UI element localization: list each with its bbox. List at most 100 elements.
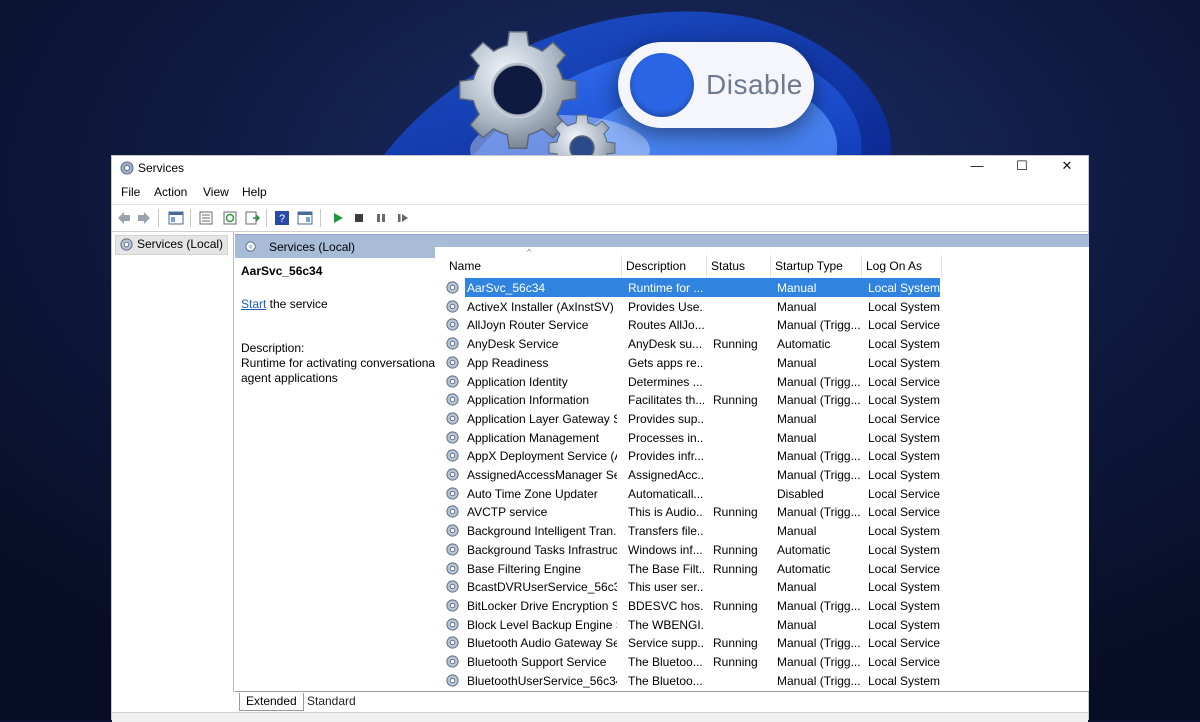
column-header-log-on-as[interactable]: Log On As [862,255,942,277]
tab-extended[interactable]: Extended [239,693,304,711]
table-row[interactable]: AppX Deployment Service (A... Provides in… [435,446,1055,465]
service-name: Background Intelligent Tran... [467,524,617,539]
service-status: Running [713,561,758,576]
menu-file[interactable]: File [121,185,140,199]
forward-arrow-icon[interactable] [136,210,152,226]
service-description: This is Audio... [628,505,704,520]
table-row[interactable]: Application Layer Gateway S... Provides s… [435,409,1055,428]
service-description: Service supp... [628,636,704,651]
table-row[interactable]: BitLocker Drive Encryption S... BDESVC ho… [435,596,1055,615]
disable-toggle[interactable]: Disable [618,42,814,128]
table-row[interactable]: AllJoyn Router Service Routes AllJo... Man… [435,315,1055,334]
table-row[interactable]: Application Management Processes in... Man… [435,428,1055,447]
description-label: Description: [241,341,305,355]
service-status: Running [713,636,758,651]
service-name: AssignedAccessManager Ser... [467,468,617,482]
service-name: AllJoyn Router Service [467,318,589,333]
service-log-on-as: Local System [868,598,940,613]
service-name: Bluetooth Support Service [467,655,607,669]
column-header-description[interactable]: Description [622,255,707,277]
table-row[interactable]: Application Identity Determines ... Manual… [435,372,1055,391]
column-header-status[interactable]: Status [707,255,771,277]
service-description: The Base Filt... [628,561,704,576]
service-log-on-as: Local Service [868,655,940,669]
table-row[interactable]: ActiveX Installer (AxInstSV) Provides Use… [435,297,1055,316]
help-icon[interactable]: ? [274,210,290,226]
table-row[interactable]: Background Tasks Infrastruc... Windows in… [435,540,1055,559]
service-log-on-as: Local System [868,299,940,314]
toggle-label: Disable [706,69,803,100]
minimize-button[interactable]: — [955,156,999,178]
table-row[interactable]: AVCTP service This is Audio... Running Manu… [435,502,1055,521]
service-startup-type: Manual [777,430,817,445]
resume-service-icon[interactable] [395,210,411,226]
table-row[interactable]: Bluetooth Support Service The Bluetoo... R… [435,652,1055,671]
main-pane: Services (Local) AarSvc_56c34 Start the … [235,234,1089,692]
stop-service-icon[interactable] [351,210,367,226]
service-gear-icon [446,468,459,481]
service-description: Routes AllJo... [628,318,704,333]
table-row[interactable]: BluetoothUserService_56c34 The Bluetoo...… [435,671,1055,690]
service-log-on-as: Local Service [868,486,940,501]
export-list-icon[interactable] [244,210,260,226]
refresh-icon[interactable] [222,210,238,226]
menu-action[interactable]: Action [154,185,187,199]
close-button[interactable]: ✕ [1045,156,1089,178]
selected-service-name: AarSvc_56c34 [241,264,323,278]
service-startup-type: Manual (Trigg... [777,318,861,333]
service-name: ActiveX Installer (AxInstSV) [467,299,614,314]
table-row[interactable]: Base Filtering Engine The Base Filt... Run… [435,559,1055,578]
start-service-icon[interactable] [330,210,346,226]
service-log-on-as: Local Service [868,505,940,520]
service-gear-icon [446,337,459,350]
service-gear-icon [446,543,459,556]
service-startup-type: Manual [777,617,817,632]
start-service-link[interactable]: Start [241,297,266,311]
properties-icon[interactable] [198,210,214,226]
table-row[interactable]: Block Level Backup Engine S... The WBENGI… [435,615,1055,634]
service-gear-icon [446,524,459,537]
table-row[interactable]: AarSvc_56c34 Runtime for ... Manual Local S… [435,278,1055,297]
title-bar[interactable]: Services — ☐ ✕ [112,156,1088,180]
service-description: The WBENGI... [628,617,704,632]
table-row[interactable]: Bluetooth Audio Gateway Se... Service sup… [435,633,1055,652]
service-gear-icon [446,599,459,612]
service-name: AppX Deployment Service (A... [467,449,617,464]
service-gear-icon [446,300,459,313]
column-header-startup-type[interactable]: Startup Type [771,255,862,277]
service-description: The Bluetoo... [628,673,703,688]
service-gear-icon [446,318,459,331]
service-log-on-as: Local System [868,393,940,408]
table-row[interactable]: Auto Time Zone Updater Automaticall... Dis… [435,484,1055,503]
table-row[interactable]: AssignedAccessManager Ser... AssignedAcc.… [435,465,1055,484]
services-list: ^ Name Description Status Startup Type L… [435,247,1089,692]
menu-help[interactable]: Help [242,185,267,199]
maximize-button[interactable]: ☐ [1000,156,1044,178]
back-arrow-icon[interactable] [116,210,132,226]
show-hide-console-tree-icon[interactable] [168,210,184,226]
table-row[interactable]: App Readiness Gets apps re... Manual Local … [435,353,1055,372]
table-row[interactable]: Background Intelligent Tran... Transfers … [435,521,1055,540]
service-name: Bluetooth Audio Gateway Se... [467,636,617,651]
tab-standard[interactable]: Standard [301,693,362,710]
tree-item-services-local[interactable]: Services (Local) [115,235,229,255]
search-icon [245,241,256,252]
menu-view[interactable]: View [203,185,229,199]
service-gear-icon [446,580,459,593]
column-header-name[interactable]: Name [445,255,622,277]
table-row[interactable]: BcastDVRUserService_56c34 This user ser..… [435,577,1055,596]
service-log-on-as: Local System [868,468,940,482]
service-description: Provides sup... [628,411,704,426]
service-name: App Readiness [467,355,549,370]
show-hide-action-pane-icon[interactable] [297,210,313,226]
service-status: Running [713,393,758,408]
service-startup-type: Manual (Trigg... [777,374,861,389]
table-row[interactable]: AnyDesk Service AnyDesk su... Running Autom… [435,334,1055,353]
table-row[interactable]: Application Information Facilitates th...… [435,390,1055,409]
service-startup-type: Automatic [777,542,831,557]
pause-service-icon[interactable] [373,210,389,226]
service-log-on-as: Local System [868,580,940,595]
service-startup-type: Manual (Trigg... [777,636,861,651]
service-status: Running [713,598,758,613]
service-gear-icon [446,449,459,462]
